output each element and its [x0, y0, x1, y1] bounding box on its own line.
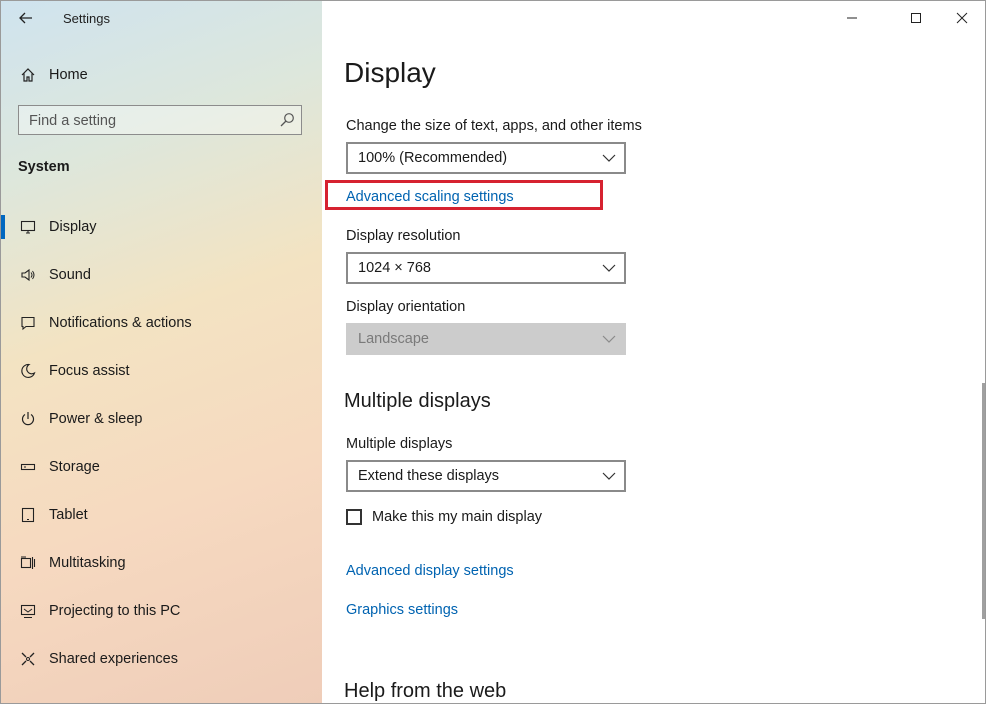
chevron-down-icon [602, 263, 616, 273]
chevron-down-icon [602, 334, 616, 344]
sidebar-item-label: Focus assist [49, 363, 130, 379]
tablet-icon [18, 505, 38, 525]
home-icon [18, 65, 38, 85]
moon-icon [18, 361, 38, 381]
sidebar-item-display[interactable]: Display [1, 203, 322, 251]
sidebar-item-label: Shared experiences [49, 651, 178, 667]
back-arrow-icon [19, 12, 33, 24]
multiple-displays-label: Multiple displays [346, 436, 452, 452]
search-input[interactable] [19, 106, 281, 136]
page-title: Display [344, 57, 436, 89]
sidebar-item-focus-assist[interactable]: Focus assist [1, 347, 322, 395]
sidebar-item-sound[interactable]: Sound [1, 251, 322, 299]
scale-dropdown-value: 100% (Recommended) [358, 150, 507, 166]
search-icon[interactable] [279, 112, 295, 128]
sidebar: Settings Home System Display [1, 1, 322, 703]
sidebar-item-label: Power & sleep [49, 411, 143, 427]
sidebar-nav: Display Sound Notifications & actions Fo… [1, 203, 322, 683]
main-display-checkbox[interactable] [346, 509, 362, 525]
orientation-label: Display orientation [346, 299, 465, 315]
orientation-dropdown: Landscape [346, 323, 626, 355]
scale-label: Change the size of text, apps, and other… [346, 118, 642, 134]
multiple-displays-dropdown-value: Extend these displays [358, 468, 499, 484]
app-title: Settings [63, 11, 110, 26]
orientation-dropdown-value: Landscape [358, 331, 429, 347]
sidebar-item-shared-experiences[interactable]: Shared experiences [1, 635, 322, 683]
maximize-icon [910, 12, 922, 24]
sidebar-item-label: Home [49, 67, 88, 83]
resolution-label: Display resolution [346, 228, 460, 244]
chevron-down-icon [602, 153, 616, 163]
titlebar: Settings [1, 1, 322, 35]
sidebar-item-home[interactable]: Home [1, 57, 322, 93]
minimize-button[interactable] [829, 1, 875, 35]
sidebar-item-label: Storage [49, 459, 100, 475]
sidebar-item-storage[interactable]: Storage [1, 443, 322, 491]
resolution-dropdown[interactable]: 1024 × 768 [346, 252, 626, 284]
sidebar-item-label: Sound [49, 267, 91, 283]
close-icon [956, 12, 968, 24]
sidebar-item-projecting[interactable]: Projecting to this PC [1, 587, 322, 635]
back-button[interactable] [11, 7, 41, 29]
main-display-checkbox-label: Make this my main display [372, 509, 542, 525]
monitor-icon [18, 217, 38, 237]
sidebar-item-tablet[interactable]: Tablet [1, 491, 322, 539]
graphics-settings-link[interactable]: Graphics settings [346, 602, 458, 618]
multiple-displays-dropdown[interactable]: Extend these displays [346, 460, 626, 492]
sidebar-item-label: Multitasking [49, 555, 126, 571]
help-heading: Help from the web [344, 680, 506, 703]
section-label-system: System [18, 159, 70, 175]
settings-window: Settings Home System Display [0, 0, 986, 704]
notification-icon [18, 313, 38, 333]
sidebar-item-power-sleep[interactable]: Power & sleep [1, 395, 322, 443]
multitasking-icon [18, 553, 38, 573]
shared-icon [18, 649, 38, 669]
storage-icon [18, 457, 38, 477]
speaker-icon [18, 265, 38, 285]
minimize-icon [846, 12, 858, 24]
advanced-display-settings-link[interactable]: Advanced display settings [346, 563, 514, 579]
projecting-icon [18, 601, 38, 621]
resolution-dropdown-value: 1024 × 768 [358, 260, 431, 276]
power-icon [18, 409, 38, 429]
scrollbar[interactable] [982, 383, 985, 619]
sidebar-item-label: Projecting to this PC [49, 603, 180, 619]
main-display-checkbox-row[interactable]: Make this my main display [346, 509, 542, 525]
maximize-button[interactable] [893, 1, 939, 35]
sidebar-item-label: Tablet [49, 507, 88, 523]
sidebar-item-label: Display [49, 219, 97, 235]
multiple-displays-heading: Multiple displays [344, 390, 491, 413]
close-button[interactable] [939, 1, 985, 35]
advanced-scaling-link[interactable]: Advanced scaling settings [346, 189, 514, 205]
search-box [18, 105, 302, 135]
scale-dropdown[interactable]: 100% (Recommended) [346, 142, 626, 174]
sidebar-item-multitasking[interactable]: Multitasking [1, 539, 322, 587]
main-content: Display Change the size of text, apps, a… [322, 1, 985, 703]
chevron-down-icon [602, 471, 616, 481]
sidebar-item-notifications[interactable]: Notifications & actions [1, 299, 322, 347]
sidebar-item-label: Notifications & actions [49, 315, 192, 331]
